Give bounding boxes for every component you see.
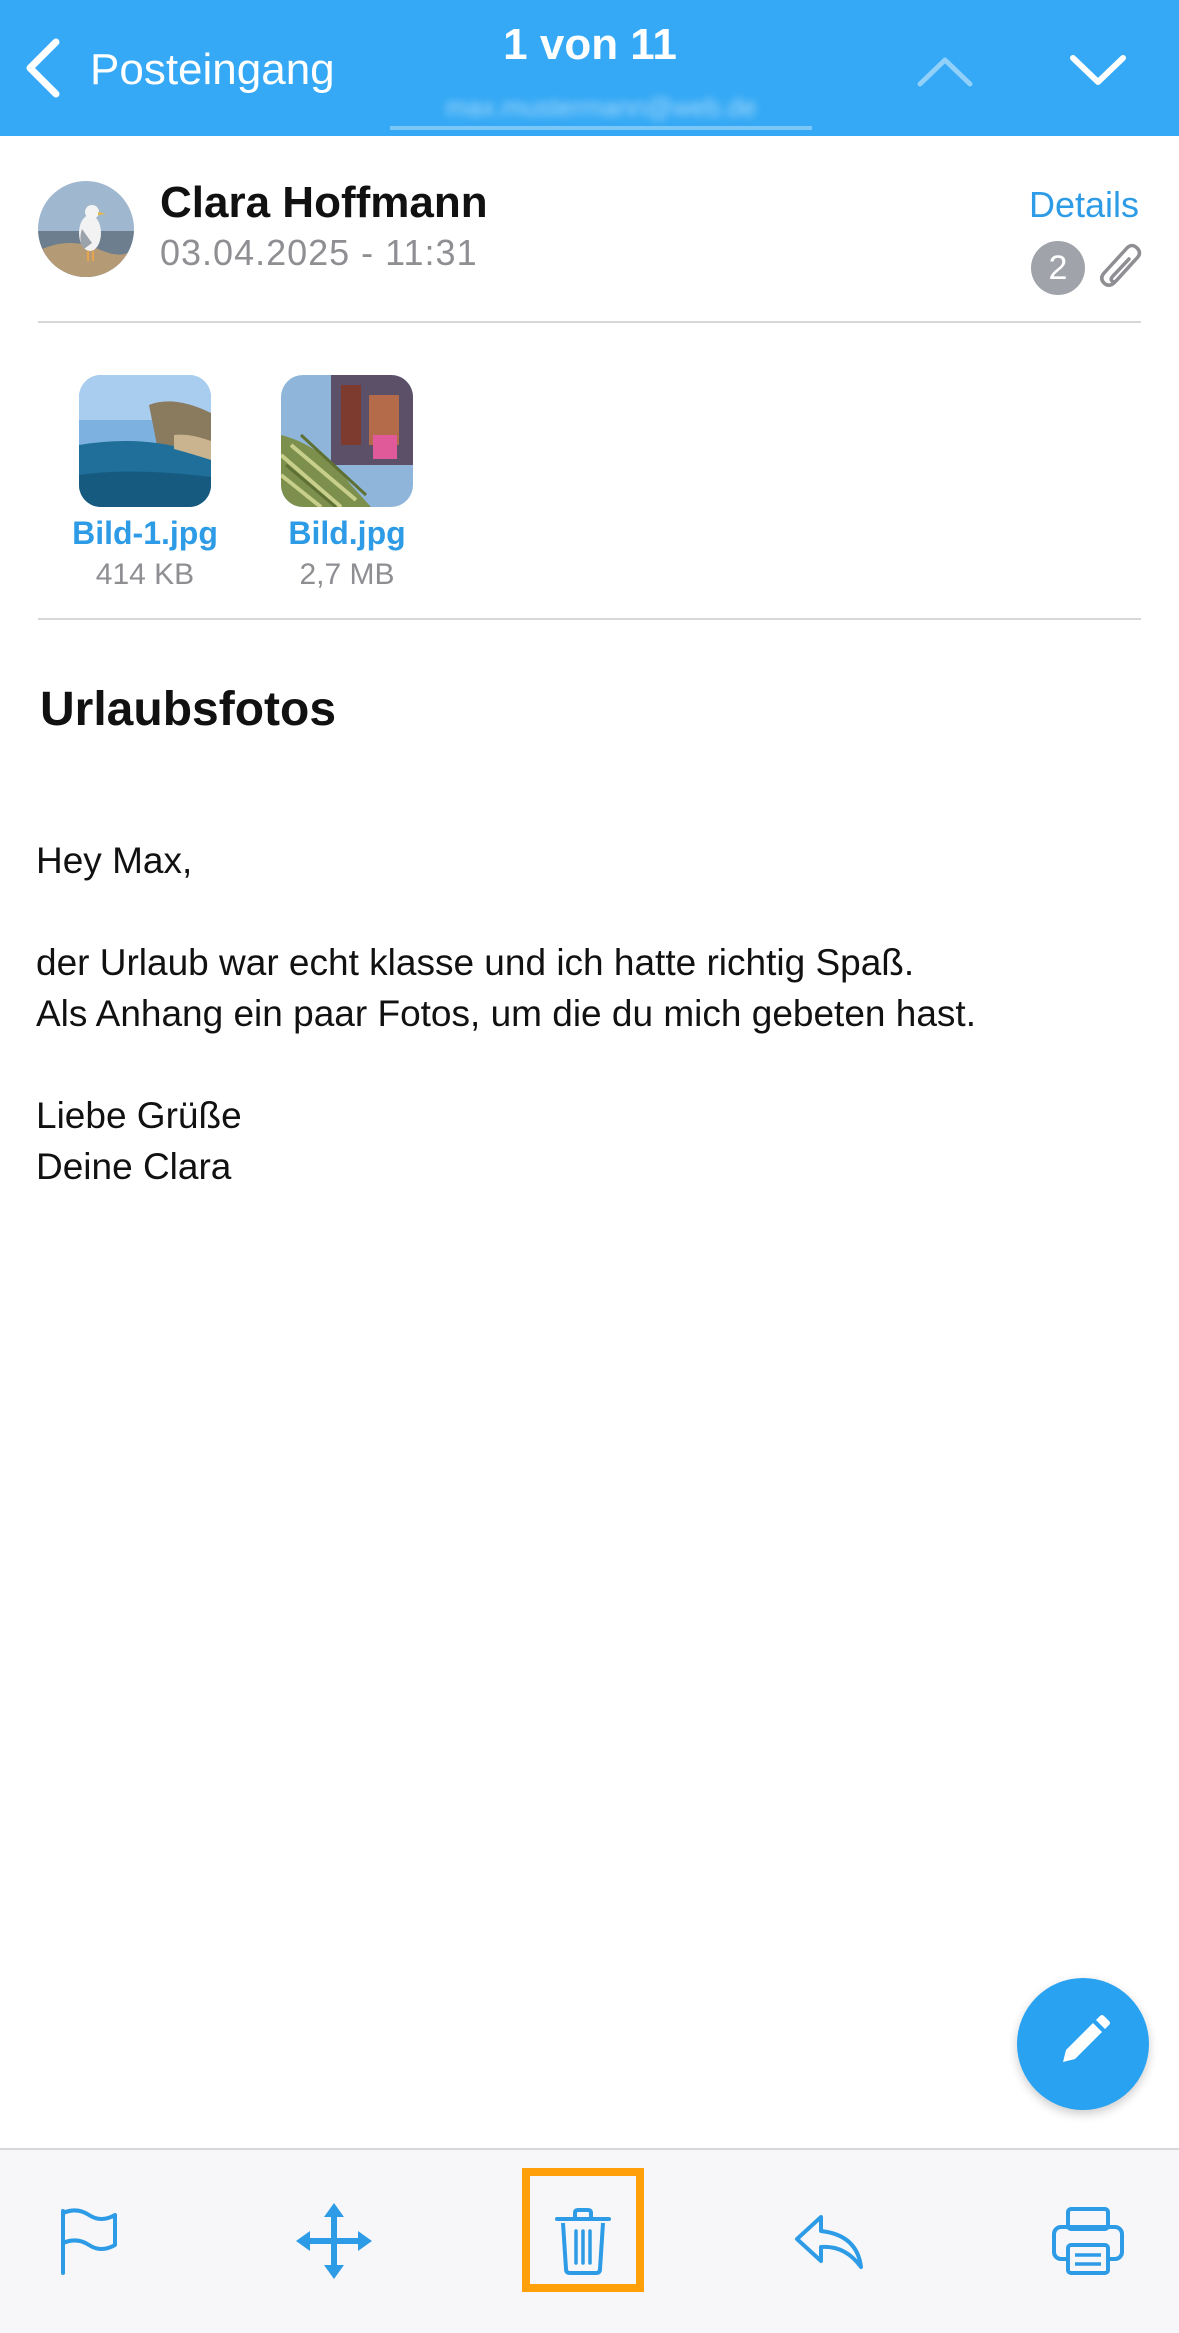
body-line: Als Anhang ein paar Fotos, um die du mic… xyxy=(36,993,976,1034)
top-nav-bar: Posteingang 1 von 11 max.mustermann@web.… xyxy=(0,0,1179,136)
header-divider xyxy=(38,321,1141,323)
body-line: der Urlaub war echt klasse und ich hatte… xyxy=(36,942,915,983)
next-message-button[interactable] xyxy=(1063,40,1133,100)
attachment-item[interactable]: Bild.jpg 2,7 MB xyxy=(247,375,447,592)
attachment-name: Bild-1.jpg xyxy=(72,515,218,551)
print-icon xyxy=(1048,2201,1128,2286)
move-button[interactable] xyxy=(289,2198,379,2288)
sender-name[interactable]: Clara Hoffmann xyxy=(160,178,488,228)
reply-button[interactable] xyxy=(784,2198,874,2288)
body-line: Deine Clara xyxy=(36,1146,232,1187)
attachment-thumbnail xyxy=(79,375,211,507)
attachment-thumbnail xyxy=(281,375,413,507)
attachment-size: 414 KB xyxy=(95,558,195,591)
body-line: Liebe Grüße xyxy=(36,1095,242,1136)
body-line: Hey Max, xyxy=(36,840,193,881)
details-link[interactable]: Details xyxy=(1029,184,1139,226)
attachments-divider xyxy=(38,618,1141,620)
reply-icon xyxy=(789,2201,869,2286)
attachment-name: Bild.jpg xyxy=(288,515,406,551)
message-subject: Urlaubsfotos xyxy=(40,683,337,736)
message-date: 03.04.2025 - 11:31 xyxy=(160,232,478,273)
print-button[interactable] xyxy=(1043,2198,1133,2288)
message-counter: 1 von 11 xyxy=(503,20,677,69)
chevron-down-icon xyxy=(1063,55,1133,104)
back-button[interactable]: Posteingang xyxy=(22,30,335,110)
account-address: max.mustermann@web.de xyxy=(445,92,757,122)
attachment-count-badge: 2 xyxy=(1031,241,1085,295)
attachment-item[interactable]: Bild-1.jpg 414 KB xyxy=(45,375,245,592)
paperclip-icon xyxy=(1095,240,1147,298)
delete-button[interactable] xyxy=(538,2198,628,2288)
previous-message-button[interactable] xyxy=(910,40,980,100)
sender-avatar xyxy=(38,181,134,277)
flag-icon xyxy=(47,2201,127,2286)
compose-button[interactable] xyxy=(1017,1978,1149,2110)
account-underline xyxy=(390,126,812,130)
pencil-icon xyxy=(1053,2012,1113,2077)
move-icon xyxy=(294,2201,374,2286)
chevron-up-icon xyxy=(910,57,980,104)
chevron-left-icon xyxy=(22,36,66,105)
bottom-toolbar xyxy=(0,2148,1179,2333)
back-label: Posteingang xyxy=(90,45,335,94)
trash-icon xyxy=(543,2201,623,2286)
flag-button[interactable] xyxy=(42,2198,132,2288)
attachment-size: 2,7 MB xyxy=(299,558,395,591)
